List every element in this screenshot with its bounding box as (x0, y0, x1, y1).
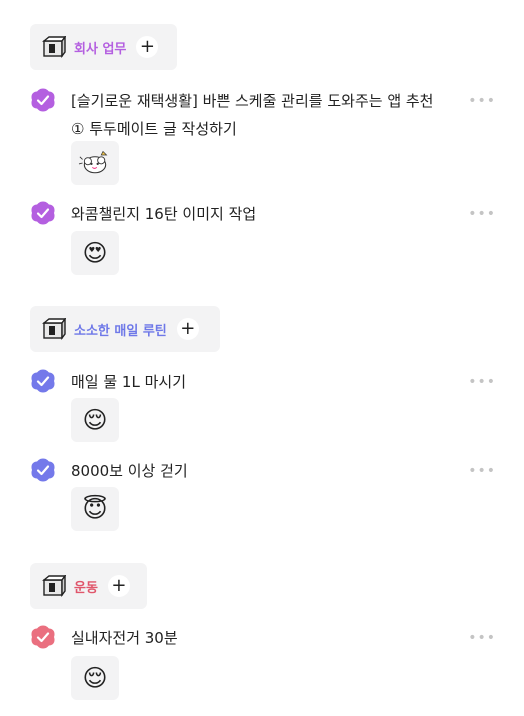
category-label: 회사 업무 (74, 41, 127, 57)
archive-box-icon (42, 36, 66, 58)
sheep-icon (78, 150, 108, 174)
plus-icon[interactable]: + (136, 36, 159, 58)
more-horizontal-icon[interactable]: ••• (468, 93, 496, 109)
sticker-emoji[interactable]: 😇 (71, 487, 119, 531)
task-title[interactable]: 와콤챌린지 16탄 이미지 작업 (71, 200, 441, 228)
plus-icon[interactable]: + (176, 318, 199, 340)
sheep-sticker[interactable] (71, 141, 119, 185)
archive-box-icon (42, 318, 66, 340)
more-horizontal-icon[interactable]: ••• (468, 206, 496, 222)
plus-icon[interactable]: + (107, 575, 130, 597)
sticker-emoji[interactable]: 😌 (71, 656, 119, 700)
category-chip-routine[interactable]: 소소한 매일 루틴 + (30, 306, 220, 352)
checkmark-icon[interactable] (30, 457, 56, 483)
category-label: 운동 (74, 580, 98, 596)
sticker-emoji[interactable]: 😍 (71, 231, 119, 275)
task-title[interactable]: [슬기로운 재택생활] 바쁜 스케줄 관리를 도와주는 앱 추천 ① 투두메이트… (71, 87, 441, 143)
more-horizontal-icon[interactable]: ••• (468, 630, 496, 646)
task-title[interactable]: 8000보 이상 걷기 (71, 457, 441, 485)
task-title[interactable]: 매일 물 1L 마시기 (71, 368, 441, 396)
sticker-emoji[interactable]: 😌 (71, 398, 119, 442)
checkmark-icon[interactable] (30, 368, 56, 394)
checkmark-icon[interactable] (30, 624, 56, 650)
category-chip-work[interactable]: 회사 업무 + (30, 24, 177, 70)
checkmark-icon[interactable] (30, 87, 56, 113)
task-title[interactable]: 실내자전거 30분 (71, 624, 441, 652)
more-horizontal-icon[interactable]: ••• (468, 463, 496, 479)
category-label: 소소한 매일 루틴 (74, 323, 167, 339)
more-horizontal-icon[interactable]: ••• (468, 374, 496, 390)
archive-box-icon (42, 575, 66, 597)
category-chip-exercise[interactable]: 운동 + (30, 563, 147, 609)
checkmark-icon[interactable] (30, 200, 56, 226)
